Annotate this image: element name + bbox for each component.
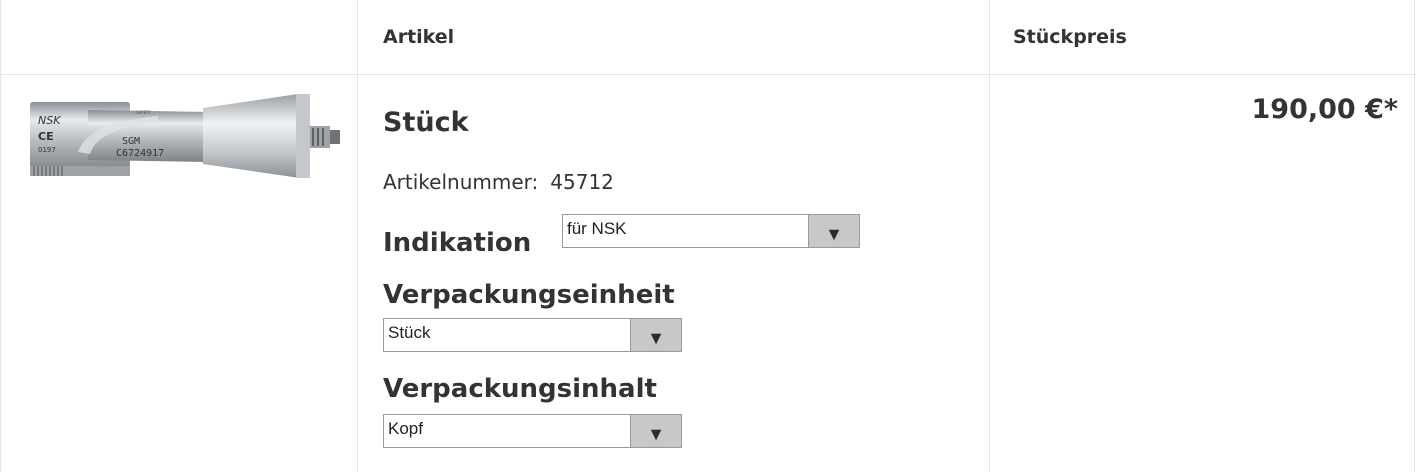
column-divider <box>1414 0 1415 472</box>
handpiece-illustration: NSK CE 0197 SGM C6724917 SAFETY <box>30 94 340 178</box>
chevron-down-icon: ▼ <box>647 424 665 444</box>
verpackungseinheit-select[interactable]: Stück ▼ <box>383 318 682 352</box>
indikation-label: Indikation <box>383 228 532 258</box>
chevron-down-icon: ▼ <box>647 328 665 348</box>
verpackungsinhalt-label: Verpackungsinhalt <box>383 374 657 404</box>
column-header-article: Artikel <box>383 0 455 74</box>
article-number-value: 45712 <box>550 170 614 194</box>
verpackungsinhalt-select[interactable]: Kopf ▼ <box>383 414 682 448</box>
dropdown-button[interactable]: ▼ <box>630 415 681 447</box>
verpackungseinheit-label: Verpackungseinheit <box>383 280 675 310</box>
column-divider <box>357 0 358 472</box>
ce-mark: CE <box>38 130 54 143</box>
serial-text: C6724917 <box>116 148 164 159</box>
brand-text: NSK <box>38 114 61 127</box>
header-divider <box>0 74 1416 75</box>
verpackungseinheit-selected-value: Stück <box>388 323 431 342</box>
product-title[interactable]: Stück <box>383 107 469 138</box>
chevron-down-icon: ▼ <box>825 224 843 244</box>
column-divider <box>0 0 1 472</box>
product-table: Artikel Stückpreis NSK CE 0197 SGM C6724… <box>0 0 1416 472</box>
unit-price: 190,00 €* <box>1251 94 1399 125</box>
product-image[interactable]: NSK CE 0197 SGM C6724917 SAFETY <box>18 92 348 180</box>
article-number-row: Artikelnummer: 45712 <box>383 170 614 194</box>
indikation-select[interactable]: für NSK ▼ <box>562 214 860 248</box>
indikation-selected-value: für NSK <box>567 219 627 238</box>
dropdown-button[interactable]: ▼ <box>808 215 859 247</box>
dropdown-button[interactable]: ▼ <box>630 319 681 351</box>
column-header-price: Stückpreis <box>1013 0 1127 74</box>
article-number-label: Artikelnummer: <box>383 170 539 194</box>
column-divider <box>989 0 990 472</box>
small-label: SAFETY <box>136 110 152 115</box>
model-text: SGM <box>122 136 140 147</box>
ce-number: 0197 <box>38 146 56 154</box>
verpackungsinhalt-selected-value: Kopf <box>388 419 423 438</box>
